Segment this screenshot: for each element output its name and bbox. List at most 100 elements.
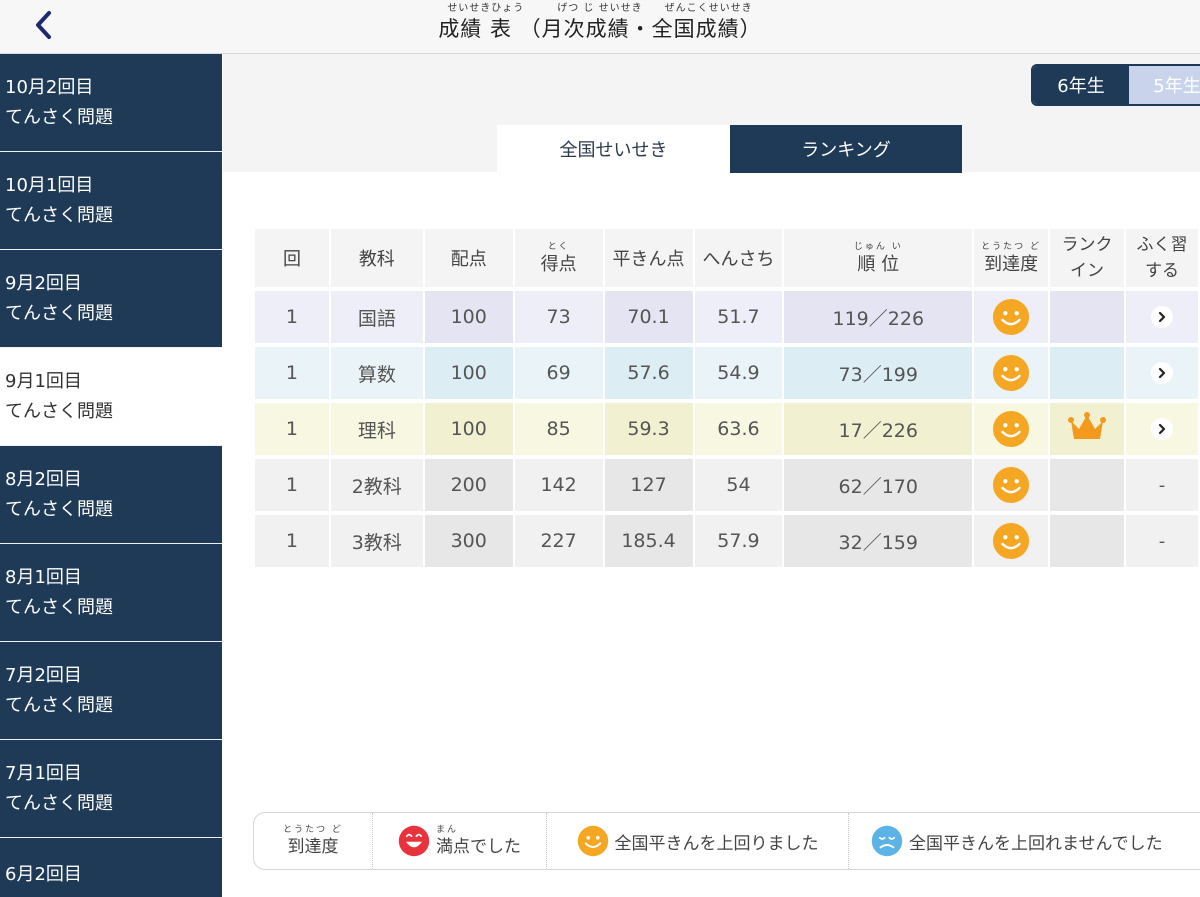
cell-review — [1126, 403, 1198, 455]
sidebar-item-jun-2[interactable]: 6月2回目 — [0, 838, 222, 897]
tab-national-results[interactable]: 全国せいせき — [497, 125, 730, 173]
sidebar-item-oct-2[interactable]: 10月2回目 てんさく問題 — [0, 54, 222, 152]
cell-achievement — [974, 403, 1049, 455]
chevron-right-icon — [1158, 423, 1166, 435]
cell-review: - — [1126, 515, 1198, 567]
sidebar-item-jul-1[interactable]: 7月1回目 てんさく問題 — [0, 740, 222, 838]
table-row: 1 2教科 200 142 127 54 62／170 - — [255, 459, 1198, 511]
cell-rank: 17／226 — [784, 403, 973, 455]
cell-kai: 1 — [255, 291, 329, 343]
sidebar-item-sublabel: てんさく問題 — [5, 204, 113, 226]
smile-icon — [993, 298, 1030, 336]
cell-subject: 理科 — [330, 403, 423, 455]
review-button[interactable] — [1151, 418, 1173, 440]
top-bar: せいせきひょう げつ じ せいせき ぜんこくせいせき 成績 表 （月次成績・全国… — [0, 0, 1200, 54]
cell-subject: 算数 — [330, 347, 423, 399]
cell-average: 127 — [604, 459, 693, 511]
cell-score: 85 — [514, 403, 603, 455]
legend-below-label: 全国平きんを上回れませんでした — [909, 833, 1163, 854]
cell-score: 227 — [514, 515, 603, 567]
review-unavailable: - — [1158, 475, 1166, 496]
sidebar-item-sublabel: てんさく問題 — [5, 498, 113, 520]
tab-ranking[interactable]: ランキング — [730, 125, 962, 173]
cell-score: 142 — [514, 459, 603, 511]
cell-rank: 73／199 — [784, 347, 973, 399]
table-row: 1 算数 100 69 57.6 54.9 73／199 — [255, 347, 1198, 399]
legend-title-label: 到達度 — [287, 837, 339, 857]
sidebar: 10月2回目 てんさく問題 10月1回目 てんさく問題 9月2回目 てんさく問題… — [0, 54, 222, 897]
cell-kai: 1 — [255, 347, 329, 399]
cell-achievement — [974, 347, 1049, 399]
legend-below-average: 全国平きんを上回れませんでした — [848, 813, 1200, 869]
grade-toggle: 6年生 5年生 — [1031, 64, 1200, 106]
cell-deviation: 63.6 — [694, 403, 783, 455]
cell-max-score: 300 — [424, 515, 513, 567]
cell-deviation: 57.9 — [694, 515, 783, 567]
sidebar-item-oct-1[interactable]: 10月1回目 てんさく問題 — [0, 152, 222, 250]
tab-bar: 全国せいせき ランキング — [497, 125, 962, 173]
review-button[interactable] — [1151, 306, 1173, 328]
ruby-text: とうたつ ど — [981, 241, 1042, 252]
sidebar-item-label: 10月2回目 — [5, 76, 94, 98]
sidebar-item-label: 9月1回目 — [5, 370, 82, 392]
crown-icon — [1068, 411, 1107, 439]
cell-rank-in — [1050, 515, 1125, 567]
col-header-label: 順 位 — [857, 253, 900, 275]
sidebar-item-sublabel: てんさく問題 — [5, 694, 113, 716]
cell-rank: 62／170 — [784, 459, 973, 511]
legend-title: とうたつ ど 到達度 — [254, 813, 372, 869]
cell-rank-in — [1050, 403, 1125, 455]
col-header-label: イン — [1070, 261, 1105, 281]
col-header-label: ランク — [1061, 235, 1113, 255]
cell-score: 69 — [514, 347, 603, 399]
review-button[interactable] — [1151, 362, 1173, 384]
cell-average: 185.4 — [604, 515, 693, 567]
cell-max-score: 200 — [424, 459, 513, 511]
sidebar-item-label: 8月1回目 — [5, 566, 82, 588]
cell-average: 57.6 — [604, 347, 693, 399]
chevron-right-icon — [1158, 367, 1166, 379]
ruby-text: まん — [436, 825, 459, 835]
col-header-subject: 教科 — [330, 229, 423, 287]
cell-rank-in — [1050, 291, 1125, 343]
cell-kai: 1 — [255, 459, 329, 511]
legend-perfect: まん 満点でした — [372, 813, 546, 869]
table-row: 1 3教科 300 227 185.4 57.9 32／159 - — [255, 515, 1198, 567]
page-title-text: 成績 表 （月次成績・全国成績） — [438, 17, 762, 41]
cell-achievement — [974, 459, 1049, 511]
col-header-label: 到達度 — [984, 253, 1039, 275]
sidebar-item-label: 7月2回目 — [5, 664, 82, 686]
sidebar-item-jul-2[interactable]: 7月2回目 てんさく問題 — [0, 642, 222, 740]
cell-deviation: 54.9 — [694, 347, 783, 399]
review-unavailable: - — [1158, 531, 1166, 552]
col-header-score: とく 得点 — [514, 229, 603, 287]
cell-average: 59.3 — [604, 403, 693, 455]
col-header-label: ふく習 — [1136, 235, 1188, 255]
sidebar-item-aug-2[interactable]: 8月2回目 てんさく問題 — [0, 446, 222, 544]
sidebar-item-label: 7月1回目 — [5, 762, 82, 784]
table-header-row: 回 教科 配点 とく 得点 平きん点 へんさち じゅん い 順 位 とうたつ ど — [255, 229, 1198, 287]
grade-5-button[interactable]: 5年生 — [1129, 66, 1200, 104]
smile-icon — [993, 522, 1030, 560]
ruby-text: とく — [547, 241, 570, 252]
col-header-deviation: へんさち — [694, 229, 783, 287]
big-smile-icon — [398, 825, 430, 857]
page-title-ruby: せいせきひょう げつ じ せいせき ぜんこくせいせき — [447, 3, 753, 14]
cell-achievement — [974, 515, 1049, 567]
sidebar-item-aug-1[interactable]: 8月1回目 てんさく問題 — [0, 544, 222, 642]
col-header-review: ふく習 する — [1126, 229, 1198, 287]
cell-rank-in — [1050, 459, 1125, 511]
cell-rank: 32／159 — [784, 515, 973, 567]
col-header-max-score: 配点 — [424, 229, 513, 287]
sad-face-icon — [871, 825, 903, 857]
cell-max-score: 100 — [424, 403, 513, 455]
sidebar-item-sublabel: てんさく問題 — [5, 302, 113, 324]
legend-perfect-label: 満点でした — [436, 837, 521, 857]
sidebar-item-sep-2[interactable]: 9月2回目 てんさく問題 — [0, 250, 222, 348]
ruby-text: とうたつ ど — [283, 825, 343, 835]
sidebar-item-sep-1[interactable]: 9月1回目 てんさく問題 — [0, 348, 222, 446]
col-header-average: 平きん点 — [604, 229, 693, 287]
cell-achievement — [974, 291, 1049, 343]
legend-above-average: 全国平きんを上回りました — [546, 813, 848, 869]
grade-6-button[interactable]: 6年生 — [1033, 66, 1129, 104]
